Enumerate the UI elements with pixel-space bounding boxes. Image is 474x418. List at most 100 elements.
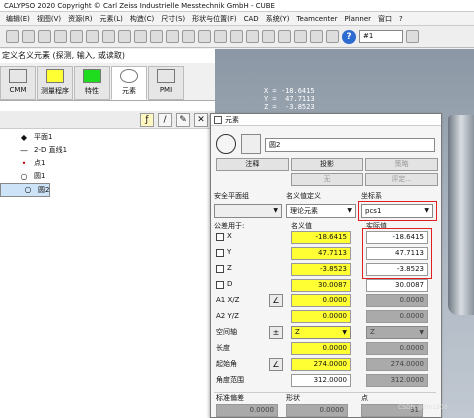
menu-construct[interactable]: 构造(C)	[130, 14, 154, 24]
window-icon	[214, 116, 222, 124]
toolbar-button[interactable]	[166, 30, 179, 43]
window-title: CALYPSO 2020 Copyright © Carl Zeiss Indu…	[0, 0, 474, 12]
nominal-def-select[interactable]: 理论元素 ▼	[286, 204, 356, 218]
program-select[interactable]: #1	[359, 30, 403, 43]
cmm-icon	[9, 69, 27, 83]
tab-pmi[interactable]: PMI	[148, 66, 184, 100]
help-icon[interactable]: ?	[342, 29, 356, 44]
toolbar-button[interactable]	[182, 30, 195, 43]
nominal-d[interactable]: 30.0087	[291, 279, 351, 292]
actual-a1: 0.0000	[366, 294, 428, 307]
tree-item[interactable]: ◆ 平面1	[0, 131, 215, 144]
toolbar-button[interactable]	[310, 30, 323, 43]
menu-view[interactable]: 视图(V)	[37, 14, 61, 24]
tab-elements[interactable]: 元素	[111, 66, 147, 100]
nominal-axis-select[interactable]: Z ▼	[291, 326, 351, 339]
circle-icon: ○	[24, 185, 32, 194]
edit-element-icon[interactable]	[241, 134, 261, 154]
chevron-down-icon: ▼	[342, 329, 347, 336]
angle-icon[interactable]: ∠	[269, 294, 283, 307]
tree-item-selected[interactable]: ○ 圆2	[0, 183, 51, 197]
toolbar-button[interactable]	[294, 30, 307, 43]
formula-icon[interactable]: ƒ	[140, 113, 154, 127]
menu-planner[interactable]: Planner	[344, 15, 371, 23]
menu-window[interactable]: 窗口	[378, 14, 392, 24]
menu-teamcenter[interactable]: Teamcenter	[296, 15, 337, 23]
footer-label-stddev: 标准偏差	[216, 394, 244, 402]
menu-cad[interactable]: CAD	[244, 15, 259, 23]
toolbar-button[interactable]	[198, 30, 211, 43]
row-label-start-angle: 起始角	[216, 360, 237, 368]
toolbar-button[interactable]	[6, 30, 19, 43]
nominal-length[interactable]: 0.0000	[291, 342, 351, 355]
menu-resources[interactable]: 资源(R)	[68, 14, 92, 24]
tab-program[interactable]: 测量程序	[37, 66, 73, 100]
footer-form-value: 0.0000	[286, 404, 348, 417]
comment-button[interactable]: 注释	[216, 158, 289, 171]
tree-item[interactable]: ○ 圆1	[0, 170, 215, 183]
edit-icon[interactable]: /	[158, 113, 172, 127]
tolerance-checkbox-d[interactable]	[216, 281, 224, 289]
toolbar-button[interactable]	[214, 30, 227, 43]
toolbar-button[interactable]	[246, 30, 259, 43]
menu-form-position[interactable]: 形状与位置(F)	[192, 14, 237, 24]
pmi-icon	[157, 69, 175, 83]
row-label-x: X	[227, 232, 232, 240]
nominal-start-angle[interactable]: 274.0000	[291, 358, 351, 371]
menu-size[interactable]: 尺寸(S)	[161, 14, 185, 24]
projection-value[interactable]: 无	[290, 173, 364, 186]
toolbar-button[interactable]	[230, 30, 243, 43]
nominal-angle-range[interactable]: 312.0000	[291, 374, 351, 387]
toolbar-button[interactable]	[326, 30, 339, 43]
dialog-title-bar: 元素	[211, 114, 441, 126]
evaluation-button[interactable]: 评定...	[365, 173, 439, 186]
tolerance-checkbox-x[interactable]	[216, 233, 224, 241]
nominal-a2[interactable]: 0.0000	[291, 310, 351, 323]
toolbar-button[interactable]	[54, 30, 67, 43]
actual-angle-range: 312.0000	[366, 374, 428, 387]
strategy-button[interactable]: 策略	[365, 158, 439, 171]
toolbar-button[interactable]	[118, 30, 131, 43]
pen-icon[interactable]: ✎	[176, 113, 190, 127]
toolbar-button[interactable]	[134, 30, 147, 43]
tree-item[interactable]: • 点1	[0, 157, 215, 170]
actual-a2: 0.0000	[366, 310, 428, 323]
safety-plane-select[interactable]: ▼	[214, 204, 282, 218]
tab-cmm[interactable]: CMM	[0, 66, 36, 100]
delete-icon[interactable]: ✕	[194, 113, 208, 127]
projection-button[interactable]: 投影	[290, 158, 364, 171]
circle-element-icon	[216, 134, 236, 154]
tolerance-checkbox-z[interactable]	[216, 265, 224, 273]
toolbar-button[interactable]	[86, 30, 99, 43]
toolbar-button[interactable]	[38, 30, 51, 43]
plus-minus-icon[interactable]: ±	[269, 326, 283, 339]
row-label-z: Z	[227, 264, 232, 272]
toolbar-button[interactable]	[102, 30, 115, 43]
menu-system[interactable]: 系统(Y)	[266, 14, 290, 24]
tolerance-label: 公差用于:	[214, 222, 245, 230]
angle-icon[interactable]: ∠	[269, 358, 283, 371]
chevron-down-icon: ▼	[347, 207, 352, 214]
toolbar-button[interactable]	[406, 30, 419, 43]
nominal-x[interactable]: -18.6415	[291, 231, 351, 244]
nominal-y[interactable]: 47.7113	[291, 247, 351, 260]
toolbar-button[interactable]	[262, 30, 275, 43]
element-name-field[interactable]: 圆2	[265, 138, 435, 152]
nominal-z[interactable]: -3.8523	[291, 263, 351, 276]
toolbar-button[interactable]	[70, 30, 83, 43]
tree-item[interactable]: —2-D 直线1	[0, 144, 215, 157]
row-label-angle-range: 角度范围	[216, 376, 244, 384]
tolerance-checkbox-y[interactable]	[216, 249, 224, 257]
row-label-a2: A2 Y/Z	[216, 312, 239, 320]
actual-length: 0.0000	[366, 342, 428, 355]
tab-characteristics[interactable]: 特性	[74, 66, 110, 100]
menu-elements[interactable]: 元素(L)	[99, 14, 122, 24]
menu-edit[interactable]: 编辑(E)	[6, 14, 30, 24]
toolbar-button[interactable]	[278, 30, 291, 43]
element-dialog: 元素 圆2 注释 投影 策略 无 评定... 安全平面组 名义值定义 坐标系 ▼…	[210, 113, 442, 418]
nominal-a1[interactable]: 0.0000	[291, 294, 351, 307]
menu-help[interactable]: ?	[399, 15, 403, 23]
footer-label-form: 形状	[286, 394, 300, 402]
toolbar-button[interactable]	[150, 30, 163, 43]
toolbar-button[interactable]	[22, 30, 35, 43]
